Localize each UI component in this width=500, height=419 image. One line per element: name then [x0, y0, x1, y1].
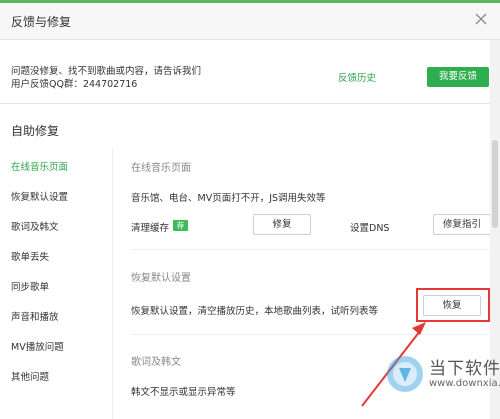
repair-button[interactable]: 修复: [253, 214, 311, 235]
set-dns-label: 设置DNS: [350, 223, 390, 234]
lyrics-section-title: 歌词及韩文: [131, 357, 181, 368]
restore-defaults-section-title: 恢复默认设置: [131, 273, 191, 284]
lyrics-description: 韩文不显示或显示异常等: [131, 387, 236, 398]
divider: [0, 103, 490, 104]
feedback-info: 问题没修复、找不到歌曲或内容，请告诉我们 用户反馈QQ群：244702716: [11, 65, 201, 91]
sidebar-item-lyrics[interactable]: 歌词及韩文: [11, 219, 59, 233]
window-title: 反馈与修复: [11, 15, 72, 29]
online-music-description: 音乐馆、电台、MV页面打不开，JS调用失效等: [131, 193, 326, 204]
auto-repair-title: 自助修复: [11, 124, 60, 138]
online-music-section-title: 在线音乐页面: [131, 163, 191, 174]
scrollbar-thumb[interactable]: [492, 140, 498, 228]
feedback-message: 问题没修复、找不到歌曲或内容，请告诉我们: [11, 66, 202, 77]
sidebar-item-other[interactable]: 其他问题: [11, 369, 49, 383]
sidebar-item-restore-defaults[interactable]: 恢复默认设置: [11, 189, 68, 203]
sidebar: 在线音乐页面 恢复默认设置 歌词及韩文 歌单丢失 同步歌单 声音和播放 MV播放…: [0, 148, 112, 419]
recommended-badge: 荐: [173, 220, 188, 231]
feedback-history-link[interactable]: 反馈历史: [338, 70, 376, 84]
title-bar: 反馈与修复: [0, 3, 500, 40]
watermark-brand: 当下软件园: [429, 359, 500, 379]
repair-guide-button[interactable]: 修复指引: [433, 214, 491, 235]
clear-cache-label: 清理缓存: [131, 223, 170, 234]
sidebar-item-sync-playlist[interactable]: 同步歌单: [11, 279, 49, 293]
sidebar-item-playlist-lost[interactable]: 歌单丢失: [11, 249, 49, 263]
watermark-site: www.downxia.com: [429, 378, 500, 389]
sidebar-item-online-music[interactable]: 在线音乐页面: [11, 159, 68, 173]
section-divider: [131, 334, 491, 335]
restore-defaults-description: 恢复默认设置，清空播放历史，本地歌曲列表，试听列表等: [131, 306, 379, 317]
downxia-logo-icon: [387, 356, 423, 392]
sidebar-item-sound-playback[interactable]: 声音和播放: [11, 309, 59, 323]
close-icon[interactable]: [474, 12, 488, 26]
submit-feedback-button[interactable]: 我要反馈: [427, 67, 489, 87]
watermark: 当下软件园 www.downxia.com: [385, 348, 500, 416]
sidebar-item-mv-playback[interactable]: MV播放问题: [11, 339, 64, 353]
highlight-box: [416, 288, 490, 322]
section-divider: [131, 249, 491, 250]
feedback-qq-group: 用户反馈QQ群：244702716: [11, 79, 138, 90]
